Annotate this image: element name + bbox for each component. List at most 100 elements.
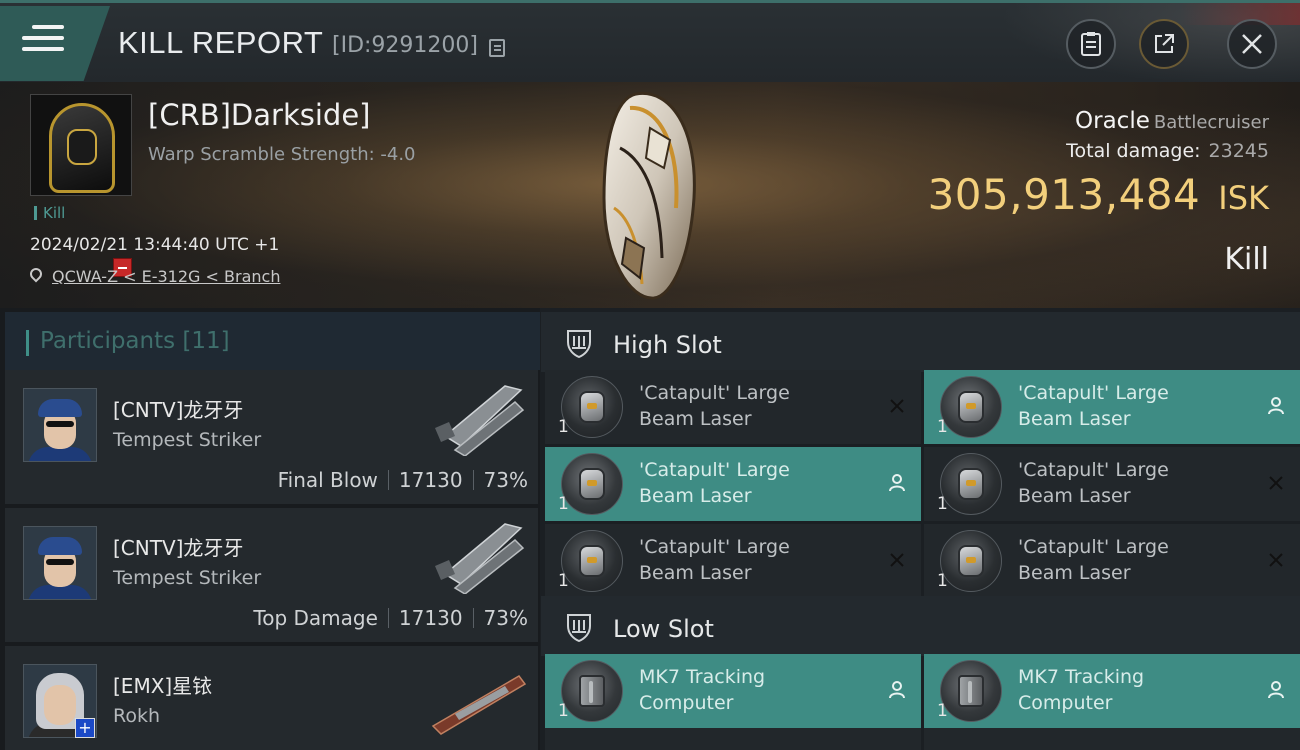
module-quantity: 1	[558, 494, 569, 514]
warp-scramble-strength: Warp Scramble Strength: -4.0	[148, 144, 416, 165]
beam-laser-icon	[561, 453, 623, 515]
location-link[interactable]: QCWA-Z < E-312G < Branch	[52, 267, 280, 286]
plus-badge: +	[75, 718, 95, 738]
participant-stats: Final Blow 17130 73%	[278, 468, 528, 492]
share-icon	[1155, 34, 1174, 53]
clipboard-icon	[1081, 32, 1101, 56]
close-button[interactable]	[1227, 19, 1277, 69]
beam-laser-icon	[561, 530, 623, 592]
module-item[interactable]: 1 'Catapult' Large Beam Laser	[545, 370, 921, 444]
participant-name: [EMX]星铱	[113, 674, 213, 698]
module-item[interactable]: 1 'Catapult' Large Beam Laser	[545, 524, 921, 598]
module-name: 'Catapult' Large Beam Laser	[1018, 459, 1169, 507]
module-quantity: 1	[937, 701, 948, 721]
share-button[interactable]	[1139, 19, 1189, 69]
module-name: 'Catapult' Large Beam Laser	[1018, 536, 1169, 584]
module-quantity: 1	[937, 571, 948, 591]
participant-ship: Tempest Striker	[113, 567, 262, 589]
module-item[interactable]: 1 MK7 Tracking Computer	[545, 654, 921, 728]
participant-damage: 17130	[398, 468, 463, 492]
ship-class: Battlecruiser	[1153, 112, 1269, 133]
weapon-icon	[431, 675, 527, 735]
kill-tag: Kill	[34, 206, 65, 221]
kill-type: Kill	[1224, 242, 1269, 277]
page-title: KILL REPORT	[118, 25, 324, 60]
module-item[interactable]: 1 'Catapult' Large Beam Laser	[924, 524, 1300, 598]
participant-name: [CNTV]龙牙牙	[113, 398, 244, 422]
clipboard-button[interactable]	[1066, 19, 1116, 69]
isk-value: 305,913,484 ISK	[928, 170, 1269, 219]
low-slot-title: Low Slot	[613, 615, 714, 643]
module-quantity: 1	[937, 494, 948, 514]
participant-name: [CNTV]龙牙牙	[113, 536, 244, 560]
weapon-icon	[435, 385, 525, 456]
menu-icon[interactable]	[22, 25, 64, 57]
location-pin-icon	[27, 265, 45, 283]
module-quantity: 1	[558, 701, 569, 721]
low-slot-header: Low Slot	[541, 596, 1300, 656]
destroyed-x-icon	[1266, 550, 1286, 570]
high-slot-title: High Slot	[613, 331, 722, 359]
kill-timestamp: 2024/02/21 13:44:40 UTC +1	[30, 235, 280, 255]
participant-damage: 17130	[398, 606, 463, 630]
beam-laser-icon	[940, 376, 1002, 438]
module-item[interactable]: 1 MK7 Tracking Computer	[924, 654, 1300, 728]
participants-header: Participants [11]	[5, 312, 540, 370]
tracking-computer-icon	[561, 660, 623, 722]
total-damage: Total damage: 23245	[1066, 140, 1269, 162]
module-name: 'Catapult' Large Beam Laser	[639, 382, 790, 430]
beam-laser-icon	[561, 376, 623, 438]
module-item-partial[interactable]	[545, 728, 921, 750]
module-item[interactable]: 1 'Catapult' Large Beam Laser	[924, 370, 1300, 444]
participants-count: [11]	[182, 328, 230, 354]
module-quantity: 1	[558, 571, 569, 591]
report-id: [ID:9291200]	[332, 33, 478, 58]
high-slot-header: High Slot	[541, 312, 1300, 372]
participants-title: Participants [11]	[40, 328, 230, 354]
top-bar: KILL REPORT [ID:9291200]	[0, 0, 1300, 85]
dropped-person-icon	[887, 680, 907, 700]
module-name: MK7 Tracking Computer	[1018, 666, 1145, 714]
participant-ship: Rokh	[113, 705, 161, 727]
participant-card[interactable]: + [EMX]星铱 Rokh	[5, 646, 538, 750]
destroyed-x-icon	[1266, 473, 1286, 493]
total-damage-value: 23245	[1208, 140, 1269, 162]
participant-card[interactable]: [CNTV]龙牙牙 Tempest Striker Final Blow 1713…	[5, 370, 538, 504]
victim-avatar[interactable]	[30, 94, 132, 196]
participant-card[interactable]: [CNTV]龙牙牙 Tempest Striker Top Damage 1713…	[5, 508, 538, 642]
avatar	[23, 388, 97, 462]
destroyed-x-icon	[887, 396, 907, 416]
module-item-partial[interactable]	[924, 728, 1300, 750]
participant-role: Top Damage	[253, 606, 378, 630]
slot-shield-icon	[567, 330, 591, 358]
module-item[interactable]: 1 'Catapult' Large Beam Laser	[545, 447, 921, 521]
isk-unit: ISK	[1218, 179, 1269, 217]
participant-ship: Tempest Striker	[113, 429, 262, 451]
module-name: 'Catapult' Large Beam Laser	[639, 536, 790, 584]
close-icon	[1242, 34, 1262, 54]
slot-shield-icon	[567, 614, 591, 642]
module-quantity: 1	[558, 417, 569, 437]
victim-name[interactable]: [CRB]Darkside]	[148, 98, 370, 132]
ship-image	[602, 91, 696, 300]
destroyed-x-icon	[887, 550, 907, 570]
copy-icon[interactable]	[489, 39, 505, 57]
tracking-computer-icon	[940, 660, 1002, 722]
avatar	[23, 526, 97, 600]
beam-laser-icon	[940, 453, 1002, 515]
module-name: MK7 Tracking Computer	[639, 666, 766, 714]
weapon-icon	[435, 523, 525, 594]
dropped-person-icon	[887, 473, 907, 493]
beam-laser-icon	[940, 530, 1002, 592]
ship-name[interactable]: Oracle Battlecruiser	[1075, 108, 1269, 134]
participant-role: Final Blow	[277, 468, 378, 492]
participants-panel: Participants [11] [CNTV]龙牙牙 Tempest Stri…	[0, 308, 540, 750]
dropped-person-icon	[1266, 396, 1286, 416]
module-item[interactable]: 1 'Catapult' Large Beam Laser	[924, 447, 1300, 521]
participant-percent: 73%	[483, 606, 528, 630]
participant-stats: Top Damage 17130 73%	[253, 606, 528, 630]
module-name: 'Catapult' Large Beam Laser	[1018, 382, 1169, 430]
participant-percent: 73%	[483, 468, 528, 492]
dropped-person-icon	[1266, 680, 1286, 700]
fitting-panel: High Slot 1 'Catapult' Large Beam Laser 1…	[541, 308, 1300, 750]
